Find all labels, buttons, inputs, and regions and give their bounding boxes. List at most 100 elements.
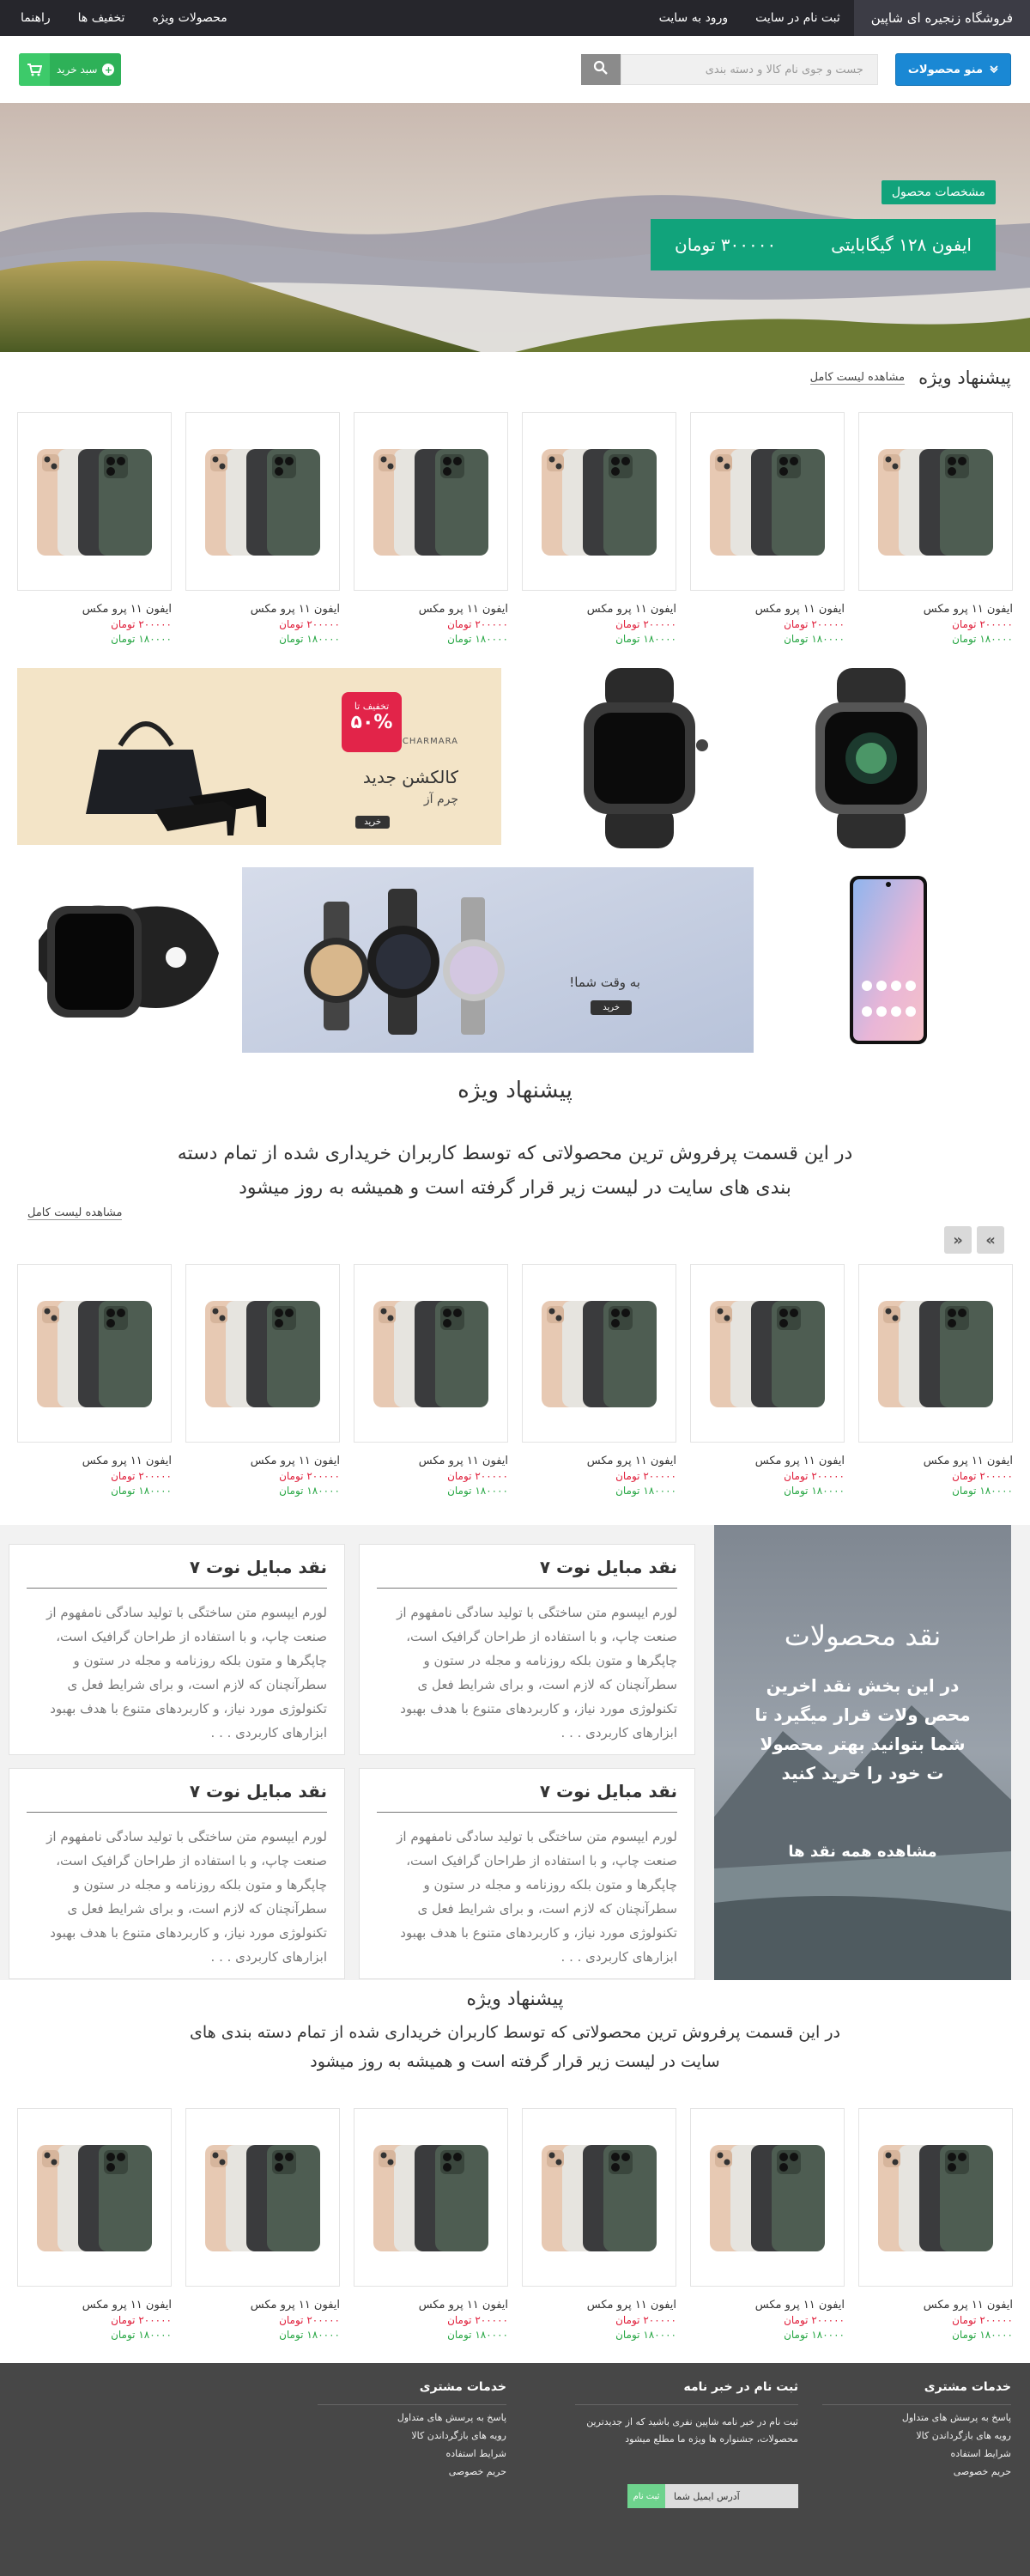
footer-link[interactable]: پاسخ به پرسش های متداول <box>318 2412 506 2423</box>
register-link[interactable]: ثبت نام در سایت <box>742 0 854 36</box>
watch-buy-button[interactable]: خرید <box>591 1000 632 1015</box>
review-title[interactable]: نقد مبایل نوت ۷ <box>27 1557 327 1589</box>
footer-link[interactable]: حریم خصوصی <box>822 2466 1011 2477</box>
product-name[interactable]: ایفون ۱۱ پرو مکس <box>17 1455 172 1467</box>
watch-promo-2[interactable] <box>794 668 948 848</box>
hero-price-box[interactable]: ایفون ۱۲۸ گیگابایتی ۳۰۰۰۰۰ تومان <box>651 219 996 270</box>
product-card[interactable]: ایفون ۱۱ پرو مکس ۲۰۰۰۰۰ تومان ۱۸۰۰۰۰ تومان <box>354 2108 508 2341</box>
product-name[interactable]: ایفون ۱۱ پرو مکس <box>522 2299 676 2312</box>
review-card[interactable]: نقد مبایل نوت ۷ لورم ایپسوم متن ساختگی با… <box>359 1544 695 1755</box>
watch-sale-banner[interactable]: به وقت شما! خرید <box>242 867 754 1053</box>
footer-link[interactable]: پاسخ به پرسش های متداول <box>822 2412 1011 2423</box>
bag-promo-banner[interactable]: تخفیف تا ۵۰% CHARMARA کالکشن جدید چرم آز… <box>17 668 501 845</box>
product-card[interactable]: ایفون ۱۱ پرو مکس ۲۰۰۰۰۰ تومان ۱۸۰۰۰۰ تومان <box>185 412 340 645</box>
hero-slider[interactable]: مشخصات محصول ایفون ۱۲۸ گیگابایتی ۳۰۰۰۰۰ … <box>0 103 1030 352</box>
product-name[interactable]: ایفون ۱۱ پرو مکس <box>354 2299 508 2312</box>
product-card[interactable]: ایفون ۱۱ پرو مکس ۲۰۰۰۰۰ تومان ۱۸۰۰۰۰ تومان <box>522 2108 676 2341</box>
login-link[interactable]: ورود به سایت <box>645 0 742 36</box>
review-title[interactable]: نقد مبایل نوت ۷ <box>377 1557 677 1589</box>
product-image[interactable] <box>17 412 172 591</box>
footer-link[interactable]: شرایط استفاده <box>318 2448 506 2459</box>
product-name[interactable]: ایفون ۱۱ پرو مکس <box>522 1455 676 1467</box>
product-name[interactable]: ایفون ۱۱ پرو مکس <box>690 2299 845 2312</box>
product-image[interactable] <box>17 1264 172 1443</box>
product-name[interactable]: ایفون ۱۱ پرو مکس <box>858 603 1013 616</box>
search-button[interactable] <box>580 54 621 85</box>
review-card[interactable]: نقد مبایل نوت ۷ لورم ایپسوم متن ساختگی با… <box>9 1768 345 1979</box>
product-menu-button[interactable]: منو محصولات <box>894 53 1011 86</box>
product-card[interactable]: ایفون ۱۱ پرو مکس ۲۰۰۰۰۰ تومان ۱۸۰۰۰۰ تومان <box>354 1264 508 1497</box>
carousel-next-button[interactable]: » <box>977 1226 1004 1254</box>
product-image[interactable] <box>522 1264 676 1443</box>
nav-discounts-link[interactable]: تخفیف ها <box>64 0 139 36</box>
product-name[interactable]: ایفون ۱۱ پرو مکس <box>354 1455 508 1467</box>
product-image[interactable] <box>690 412 845 591</box>
product-image[interactable] <box>858 1264 1013 1443</box>
product-card[interactable]: ایفون ۱۱ پرو مکس ۲۰۰۰۰۰ تومان ۱۸۰۰۰۰ تومان <box>17 412 172 645</box>
product-image[interactable] <box>354 1264 508 1443</box>
section2-view-all-link[interactable]: مشاهده لیست کامل <box>27 1206 123 1220</box>
footer-link[interactable]: رویه های بازگرداندن کالا <box>822 2430 1011 2441</box>
product-image[interactable] <box>858 2108 1013 2287</box>
watch-promo-1[interactable] <box>558 668 721 848</box>
carousel-prev-button[interactable]: « <box>944 1226 972 1254</box>
review-card[interactable]: نقد مبایل نوت ۷ لورم ایپسوم متن ساختگی با… <box>9 1544 345 1755</box>
product-name[interactable]: ایفون ۱۱ پرو مکس <box>185 2299 340 2312</box>
section1-view-all-link[interactable]: مشاهده لیست کامل <box>809 371 906 385</box>
product-name[interactable]: ایفون ۱۱ پرو مکس <box>354 603 508 616</box>
watch-promo-3[interactable] <box>34 859 223 1056</box>
review-title[interactable]: نقد مبایل نوت ۷ <box>27 1781 327 1813</box>
product-card[interactable]: ایفون ۱۱ پرو مکس ۲۰۰۰۰۰ تومان ۱۸۰۰۰۰ تومان <box>858 1264 1013 1497</box>
product-image[interactable] <box>354 412 508 591</box>
search-input[interactable]: جست و جوی نام کالا و دسته بندی <box>620 54 878 85</box>
product-name[interactable]: ایفون ۱۱ پرو مکس <box>185 603 340 616</box>
product-image[interactable] <box>690 1264 845 1443</box>
product-image[interactable] <box>522 412 676 591</box>
reviews-view-all-link[interactable]: مشاهده همه نقد ها <box>714 1843 1011 1861</box>
product-card[interactable]: ایفون ۱۱ پرو مکس ۲۰۰۰۰۰ تومان ۱۸۰۰۰۰ تومان <box>858 2108 1013 2341</box>
newsletter-email-input[interactable]: آدرس ایمیل شما <box>665 2484 798 2508</box>
apple-watch-image <box>815 668 927 848</box>
phone-promo[interactable] <box>845 874 931 1046</box>
product-card[interactable]: ایفون ۱۱ پرو مکس ۲۰۰۰۰۰ تومان ۱۸۰۰۰۰ تومان <box>185 2108 340 2341</box>
footer-link[interactable]: رویه های بازگرداندن کالا <box>318 2430 506 2441</box>
site-brand[interactable]: فروشگاه زنجیره ای شاپین <box>853 0 1030 36</box>
product-card[interactable]: ایفون ۱۱ پرو مکس ۲۰۰۰۰۰ تومان ۱۸۰۰۰۰ تومان <box>690 1264 845 1497</box>
product-card[interactable]: ایفون ۱۱ پرو مکس ۲۰۰۰۰۰ تومان ۱۸۰۰۰۰ تومان <box>858 412 1013 645</box>
product-image[interactable] <box>858 412 1013 591</box>
newsletter-submit-button[interactable]: ثبت نام <box>627 2484 665 2508</box>
product-name[interactable]: ایفون ۱۱ پرو مکس <box>185 1455 340 1467</box>
cart-button[interactable]: + سبد خرید <box>19 53 122 86</box>
footer-link[interactable]: حریم خصوصی <box>318 2466 506 2477</box>
review-title[interactable]: نقد مبایل نوت ۷ <box>377 1781 677 1813</box>
review-card[interactable]: نقد مبایل نوت ۷ لورم ایپسوم متن ساختگی با… <box>359 1768 695 1979</box>
product-image[interactable] <box>690 2108 845 2287</box>
product-card[interactable]: ایفون ۱۱ پرو مکس ۲۰۰۰۰۰ تومان ۱۸۰۰۰۰ تومان <box>690 412 845 645</box>
product-name[interactable]: ایفون ۱۱ پرو مکس <box>522 603 676 616</box>
product-name[interactable]: ایفون ۱۱ پرو مکس <box>17 2299 172 2312</box>
product-card[interactable]: ایفون ۱۱ پرو مکس ۲۰۰۰۰۰ تومان ۱۸۰۰۰۰ تومان <box>522 412 676 645</box>
product-image[interactable] <box>185 412 340 591</box>
product-image[interactable] <box>354 2108 508 2287</box>
product-card[interactable]: ایفون ۱۱ پرو مکس ۲۰۰۰۰۰ تومان ۱۸۰۰۰۰ تومان <box>17 2108 172 2341</box>
nav-guide-link[interactable]: راهنما <box>7 0 64 36</box>
nav-products-link[interactable]: محصولات ویژه <box>138 0 240 36</box>
product-name[interactable]: ایفون ۱۱ پرو مکس <box>858 2299 1013 2312</box>
hero-tag[interactable]: مشخصات محصول <box>881 180 996 204</box>
product-name[interactable]: ایفون ۱۱ پرو مکس <box>690 1455 845 1467</box>
product-image[interactable] <box>185 1264 340 1443</box>
product-card[interactable]: ایفون ۱۱ پرو مکس ۲۰۰۰۰۰ تومان ۱۸۰۰۰۰ تومان <box>522 1264 676 1497</box>
product-card[interactable]: ایفون ۱۱ پرو مکس ۲۰۰۰۰۰ تومان ۱۸۰۰۰۰ تومان <box>17 1264 172 1497</box>
product-name[interactable]: ایفون ۱۱ پرو مکس <box>858 1455 1013 1467</box>
product-card[interactable]: ایفون ۱۱ پرو مکس ۲۰۰۰۰۰ تومان ۱۸۰۰۰۰ تومان <box>690 2108 845 2341</box>
product-image[interactable] <box>522 2108 676 2287</box>
product-image[interactable] <box>185 2108 340 2287</box>
product-card[interactable]: ایفون ۱۱ پرو مکس ۲۰۰۰۰۰ تومان ۱۸۰۰۰۰ تومان <box>185 1264 340 1497</box>
footer-link[interactable]: شرایط استفاده <box>822 2448 1011 2459</box>
product-image[interactable] <box>17 2108 172 2287</box>
reviews-hero[interactable]: نقد محصولات در این بخش نقد اخرین محص ولا… <box>714 1525 1011 1980</box>
product-name[interactable]: ایفون ۱۱ پرو مکس <box>690 603 845 616</box>
bag-buy-button[interactable]: خرید <box>355 816 390 829</box>
product-name[interactable]: ایفون ۱۱ پرو مکس <box>17 603 172 616</box>
product-card[interactable]: ایفون ۱۱ پرو مکس ۲۰۰۰۰۰ تومان ۱۸۰۰۰۰ تومان <box>354 412 508 645</box>
